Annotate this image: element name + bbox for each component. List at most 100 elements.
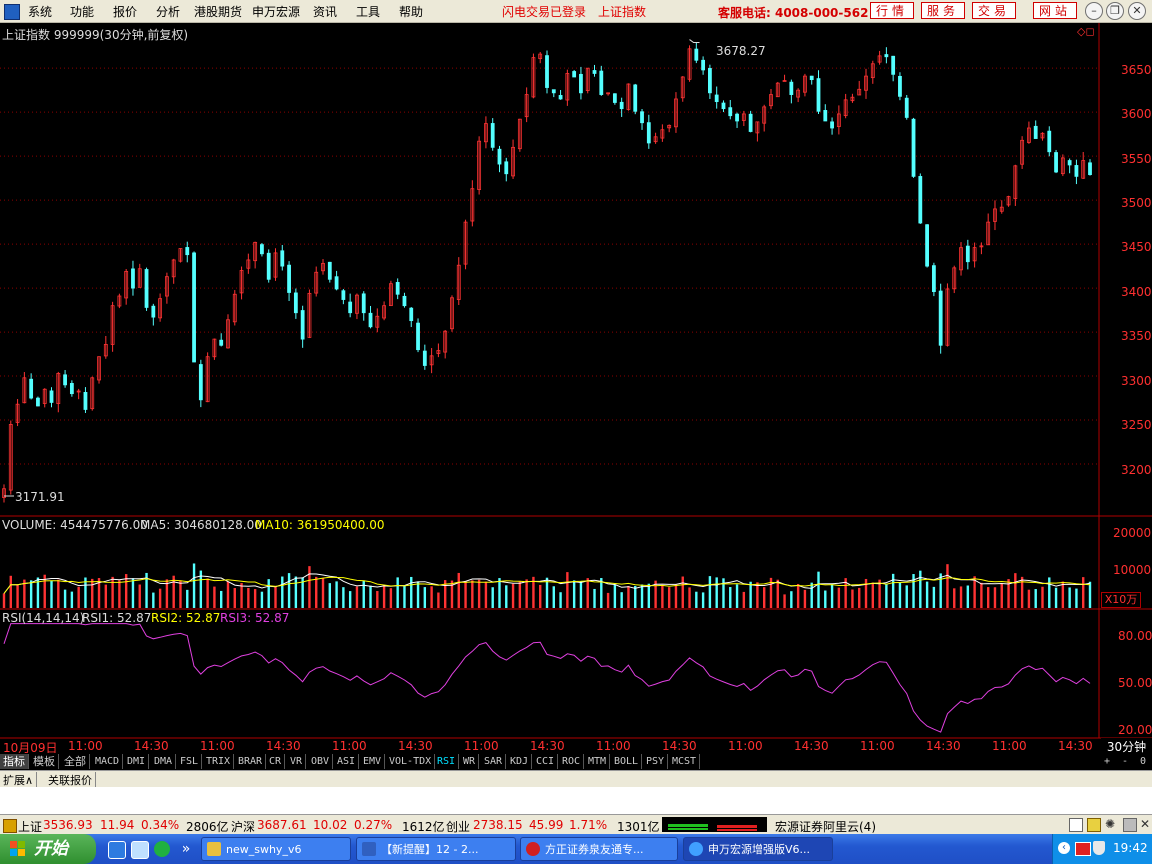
settings-icon[interactable] [1123,818,1137,832]
menu-swhy[interactable]: 申万宏源 [252,3,300,20]
tab-sar[interactable]: SAR [481,754,507,769]
lock-icon[interactable] [3,819,17,833]
volume-bar [925,581,929,608]
volume-bar [1075,588,1078,608]
tab-all[interactable]: 全部 [61,754,90,769]
tab-macd[interactable]: MACD [92,754,124,769]
time-tick: 14:30 [926,739,961,753]
app-icon[interactable] [4,4,20,20]
volume-bar [369,585,372,608]
close-icon[interactable]: ✕ [1140,817,1150,831]
tab-expand[interactable]: 扩展∧ [0,772,38,788]
volume-tick: 10000 [1113,563,1152,577]
restore-icon[interactable]: ❐ [1106,2,1124,20]
start-button[interactable]: 开始 [0,834,96,864]
menu-help[interactable]: 帮助 [399,3,423,20]
expand-icon[interactable]: ◇◻ [1077,25,1095,38]
ie-icon[interactable] [108,841,126,859]
chart-area[interactable]: 上证指数 999999(30分钟,前复权) ◇◻ 3678.27 3171.91… [0,23,1152,755]
volume-bar [505,585,508,608]
volume-bar [715,577,718,608]
window-icon[interactable] [1069,818,1083,832]
tab-wr[interactable]: WR [460,754,480,769]
volume-bar [29,580,33,608]
price-tick: 3400 [1121,285,1152,299]
service-button[interactable]: 服务 [921,2,965,19]
candle-body [1054,152,1058,173]
taskbar-item-fangzheng[interactable]: 方正证券泉友通专... [520,837,678,861]
reset-button[interactable]: 0 [1137,754,1149,769]
tab-rsi[interactable]: RSI [434,754,460,769]
candle-body [708,68,712,94]
menu-hk-futures[interactable]: 港股期货 [194,3,242,20]
candle-body [891,55,896,75]
volume-bar [735,584,739,608]
volume-bar [416,581,420,608]
cy-index-pct: 1.71% [569,818,608,832]
trade-button[interactable]: 交易 [972,2,1016,19]
tab-vol-tdx[interactable]: VOL-TDX [386,754,436,769]
taskbar-item-reminder[interactable]: 【新提醒】12 - 2... [356,837,516,861]
tab-kdj[interactable]: KDJ [507,754,533,769]
tab-cci[interactable]: CCI [533,754,559,769]
tab-related-quotes[interactable]: 关联报价 [45,772,96,788]
menu-quote[interactable]: 报价 [113,3,137,20]
volume-bar [640,584,644,608]
candle-body [192,252,196,363]
tab-mtm[interactable]: MTM [585,754,611,769]
tab-template[interactable]: 模板 [30,754,59,769]
tab-roc[interactable]: ROC [559,754,585,769]
rsi-line [3,623,1091,733]
volume-bar [464,580,467,608]
menu-system[interactable]: 系统 [28,3,52,20]
candle-body [789,81,794,95]
volume-bar [1014,573,1017,608]
menu-analysis[interactable]: 分析 [156,3,180,20]
zoom-out-button[interactable]: - [1119,754,1131,769]
server-name[interactable]: 宏源证券阿里云(4) [775,818,876,835]
minimize-icon[interactable]: – [1085,2,1103,20]
tab-asi[interactable]: ASI [334,754,360,769]
expand-quicklaunch-icon[interactable]: » [178,841,194,857]
menu-function[interactable]: 功能 [70,3,94,20]
volume-bar [70,591,74,608]
period-selector[interactable]: 30分钟 [1101,738,1152,754]
hs-index-value: 3687.61 [257,818,307,832]
time-tick: 14:30 [530,739,565,753]
tab-indicator[interactable]: 指标 [0,754,29,769]
tab-cr[interactable]: CR [266,754,286,769]
taskbar-item-folder[interactable]: new_swhy_v6 [201,837,351,861]
candlestick-chart[interactable] [0,23,1152,753]
signal-icon[interactable]: ✺ [1105,817,1115,831]
quote-button[interactable]: 行情 [870,2,914,19]
message-icon[interactable] [1087,818,1101,832]
tab-boll[interactable]: BOLL [611,754,643,769]
tab-emv[interactable]: EMV [360,754,386,769]
tab-psy[interactable]: PSY [643,754,669,769]
tab-fsl[interactable]: FSL [177,754,203,769]
rsi-tick: 50.00 [1118,676,1152,690]
candle-body [49,390,54,403]
menu-tools[interactable]: 工具 [356,3,380,20]
tab-vr[interactable]: VR [287,754,307,769]
taskbar-item-swhy[interactable]: 申万宏源增强版V6... [683,837,833,861]
website-button[interactable]: 网站 [1033,2,1077,19]
menu-news[interactable]: 资讯 [313,3,337,20]
tab-brar[interactable]: BRAR [235,754,267,769]
shield-icon[interactable] [1093,841,1105,855]
flash-trade-status[interactable]: 闪电交易已登录 [502,3,586,20]
tab-dmi[interactable]: DMI [124,754,150,769]
tray-expand-icon[interactable]: ‹ [1058,842,1070,854]
tab-mcst[interactable]: MCST [669,754,701,769]
tab-dma[interactable]: DMA [151,754,177,769]
tab-trix[interactable]: TRIX [203,754,235,769]
volume-bar [389,588,393,608]
browser2-icon[interactable] [154,841,170,857]
low-marker-label: 3171.91 [15,490,65,504]
close-icon[interactable]: ✕ [1128,2,1146,20]
browser-icon[interactable] [131,841,149,859]
zoom-in-button[interactable]: + [1101,754,1113,769]
flag-icon[interactable] [1075,842,1091,856]
tab-obv[interactable]: OBV [308,754,334,769]
price-tick: 3550 [1121,152,1152,166]
